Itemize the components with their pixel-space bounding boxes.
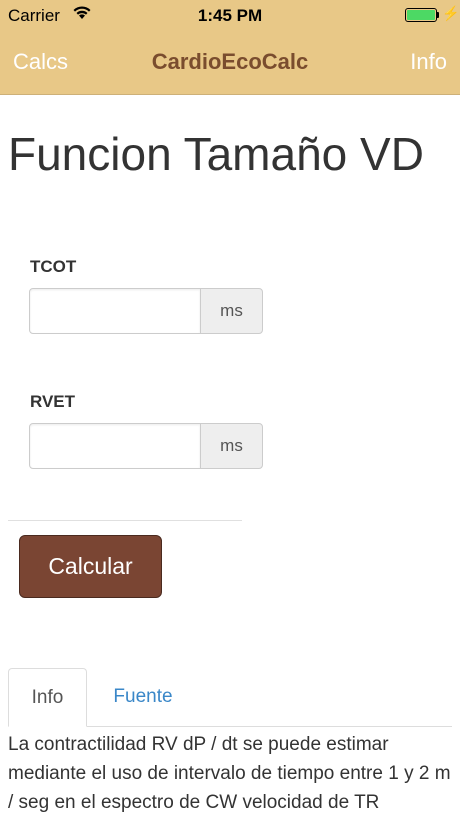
info-button[interactable]: Info (410, 49, 447, 75)
navigation-bar: Calcs CardioEcoCalc Info (0, 32, 460, 95)
status-bar: Carrier 1:45 PM ⚡ (0, 0, 460, 32)
tcot-unit: ms (200, 288, 263, 334)
rvet-unit: ms (200, 423, 263, 469)
tab-info[interactable]: Info (8, 668, 87, 727)
tcot-input-group: ms (29, 288, 263, 334)
app-title: CardioEcoCalc (151, 49, 309, 74)
info-text: La contractilidad RV dP / dt se puede es… (8, 734, 451, 813)
tcot-input[interactable] (29, 288, 201, 334)
tab-fuente[interactable]: Fuente (98, 668, 188, 726)
page-title: Funcion Tamaño VD (8, 128, 424, 180)
battery-icon (405, 8, 437, 22)
clock: 1:45 PM (197, 6, 263, 25)
tcot-label: TCOT (30, 257, 77, 276)
battery-tip (437, 12, 439, 18)
rvet-label: RVET (30, 392, 76, 411)
rvet-input-group: ms (29, 423, 263, 469)
divider (8, 520, 242, 521)
charging-icon: ⚡ (442, 5, 460, 21)
tab-bar: Info Fuente (8, 668, 452, 727)
calculate-button[interactable]: Calcular (19, 535, 162, 598)
rvet-input[interactable] (29, 423, 201, 469)
